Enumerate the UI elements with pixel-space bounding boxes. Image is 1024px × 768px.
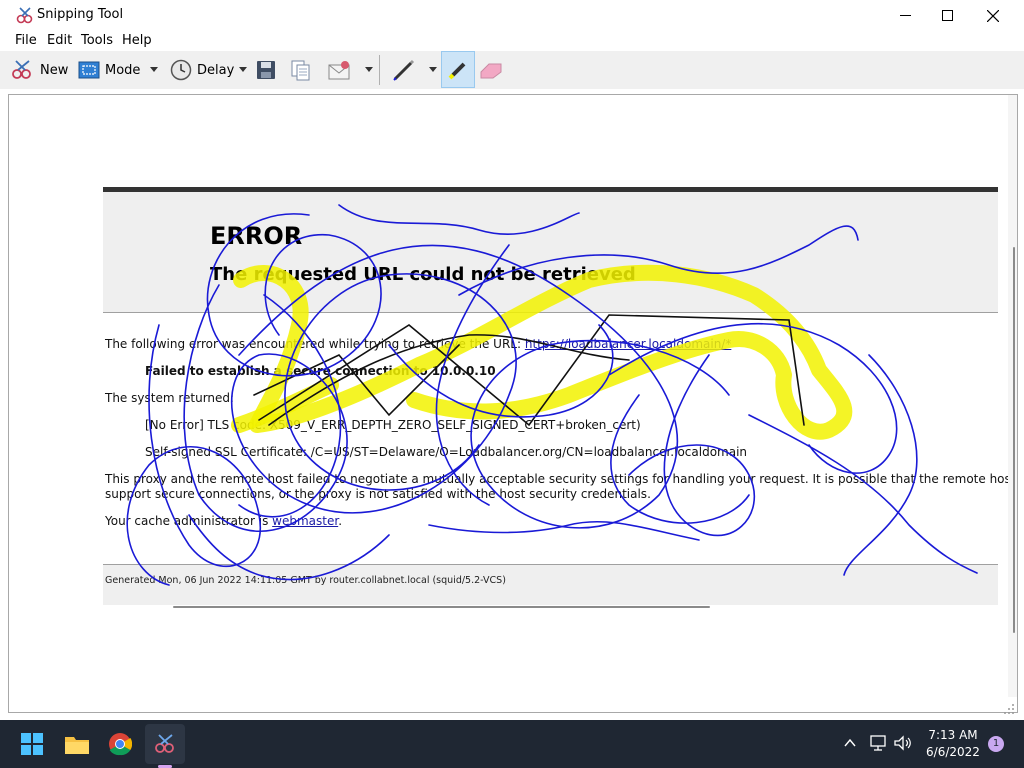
snipping-tool-window: Snipping Tool File Edit Tools Help New M…: [0, 0, 1024, 720]
snip-canvas[interactable]: ERROR The requested URL could not be ret…: [8, 94, 1018, 713]
new-snip-button[interactable]: New: [11, 55, 68, 85]
new-label: New: [40, 62, 69, 78]
close-button[interactable]: [970, 0, 1016, 31]
send-snip-button[interactable]: [327, 55, 353, 85]
resize-grip-icon[interactable]: [1003, 703, 1015, 715]
maximize-icon: [941, 10, 953, 21]
minimize-button[interactable]: [882, 0, 928, 31]
copy-button[interactable]: [290, 55, 312, 85]
mode-button[interactable]: Mode: [78, 55, 140, 85]
snipping-tool-icon: [16, 7, 33, 24]
file-explorer-icon: [65, 737, 89, 754]
save-icon: [257, 61, 275, 79]
menu-help[interactable]: Help: [122, 33, 152, 48]
taskbar: [0, 720, 1024, 768]
chrome-icon: [109, 733, 132, 756]
window-title: Snipping Tool: [37, 7, 124, 22]
toolbar: New Mode Delay: [0, 51, 1024, 89]
windows-start-icon: [21, 733, 43, 755]
pen-icon: [393, 59, 415, 81]
annotation-layer: [126, 204, 978, 586]
send-chevron-down-icon[interactable]: [365, 67, 373, 72]
notification-badge[interactable]: 1: [988, 736, 1004, 752]
save-button[interactable]: [256, 55, 276, 85]
mode-chevron-down-icon[interactable]: [150, 67, 158, 72]
clock-date[interactable]: 6/6/2022: [918, 745, 988, 759]
chevron-up-icon[interactable]: [844, 738, 856, 748]
mode-icon: [78, 61, 100, 79]
file-explorer-button[interactable]: [57, 724, 97, 764]
clock-time[interactable]: 7:13 AM: [918, 728, 988, 742]
snipping-tool-taskbar-button[interactable]: [145, 724, 185, 764]
pen-chevron-down-icon[interactable]: [429, 67, 437, 72]
snipping-tool-icon: [155, 734, 174, 753]
copy-icon: [291, 60, 310, 81]
delay-chevron-down-icon[interactable]: [239, 67, 247, 72]
start-button[interactable]: [12, 724, 52, 764]
title-bar[interactable]: Snipping Tool: [0, 0, 1024, 31]
menu-bar: File Edit Tools Help: [0, 31, 1024, 51]
vertical-scrollbar[interactable]: [1008, 95, 1017, 697]
delay-label: Delay: [197, 62, 235, 78]
eraser-icon: [480, 63, 502, 79]
send-email-icon: [328, 61, 350, 80]
horizontal-scroll-thumb[interactable]: [173, 606, 710, 608]
delay-clock-icon: [170, 59, 192, 81]
volume-icon[interactable]: [894, 735, 912, 751]
new-snip-icon: [12, 60, 31, 79]
maximize-button[interactable]: [924, 0, 970, 31]
eraser-button[interactable]: [479, 55, 503, 85]
mode-label: Mode: [105, 62, 141, 78]
menu-file[interactable]: File: [15, 33, 37, 48]
menu-tools[interactable]: Tools: [81, 33, 113, 48]
menu-edit[interactable]: Edit: [47, 33, 72, 48]
chrome-button[interactable]: [100, 724, 140, 764]
close-icon: [987, 9, 999, 22]
pen-button[interactable]: [392, 55, 416, 85]
highlighter-button[interactable]: [441, 51, 475, 88]
minimize-icon: [899, 15, 911, 16]
network-icon[interactable]: [870, 735, 888, 751]
delay-button[interactable]: Delay: [170, 55, 234, 85]
toolbar-separator: [379, 55, 380, 85]
vertical-scroll-thumb[interactable]: [1013, 247, 1015, 633]
highlighter-icon: [448, 62, 466, 79]
